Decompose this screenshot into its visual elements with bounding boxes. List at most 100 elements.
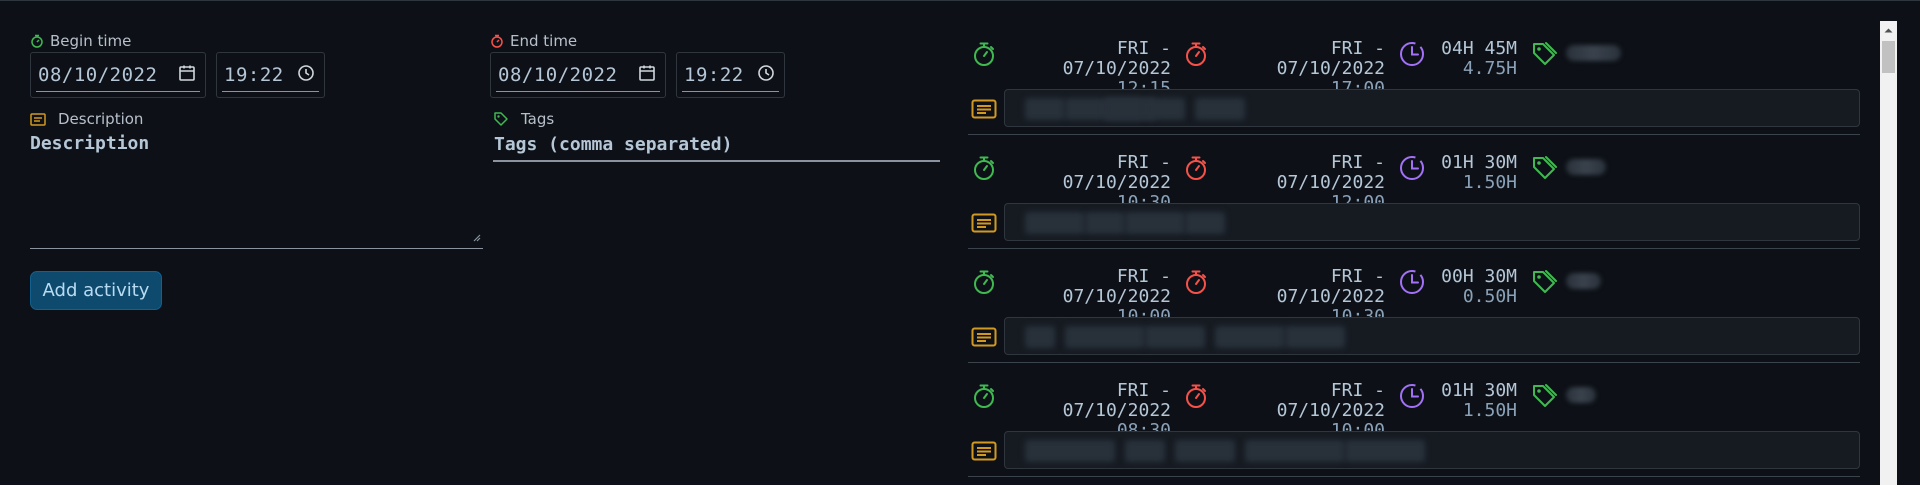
end-day: FRI - 07/10/2022: [1276, 152, 1385, 193]
scrollbar[interactable]: [1880, 21, 1897, 485]
calendar-icon[interactable]: [638, 64, 656, 86]
duration-text: 01H 30M: [1441, 152, 1517, 173]
scrollbar-thumb[interactable]: [1882, 41, 1895, 73]
duration-text: 04H 45M: [1441, 38, 1517, 59]
duration-clock-icon: [1399, 41, 1425, 71]
note-icon: [971, 441, 997, 465]
end-day: FRI - 07/10/2022: [1276, 266, 1385, 307]
redacted-text: [1125, 440, 1165, 462]
description-label: Description: [30, 110, 143, 128]
redacted-tags: [1566, 45, 1621, 61]
end-stopwatch-icon: [1184, 41, 1208, 71]
activity-description[interactable]: [1004, 203, 1860, 241]
redacted-text: [1125, 212, 1185, 234]
redacted-text: [1245, 440, 1345, 462]
redacted-text: [1065, 326, 1145, 348]
activity-times-row: FRI - 07/10/2022 08:30 FRI - 07/10/2022 …: [968, 371, 1860, 441]
end-time-value: 19:22: [684, 63, 744, 86]
redacted-text: [1025, 440, 1115, 462]
duration-text: 00H 30M: [1441, 266, 1517, 287]
activity-times-row: FRI - 07/10/2022 10:00 FRI - 07/10/2022 …: [968, 257, 1860, 327]
activity-description-row: [968, 431, 1860, 471]
activity-item[interactable]: FRI - 07/10/2022 10:00 FRI - 07/10/2022 …: [968, 257, 1860, 371]
redacted-text: [1025, 326, 1055, 348]
duration: 04H 45M 4.75H: [1434, 39, 1517, 79]
redacted-tags: [1566, 159, 1606, 175]
tag-icon: [1531, 41, 1557, 71]
end-stopwatch-icon: [1184, 383, 1208, 413]
tag-icon: [493, 111, 509, 127]
divider: [968, 248, 1860, 249]
calendar-icon[interactable]: [178, 64, 196, 86]
activity-item[interactable]: FRI - 07/10/2022 12:15 FRI - 07/10/2022 …: [968, 29, 1860, 143]
duration: 00H 30M 0.50H: [1434, 267, 1517, 307]
description-placeholder: Description: [30, 133, 150, 154]
redacted-tags: [1566, 273, 1601, 289]
add-activity-button[interactable]: Add activity: [30, 271, 162, 310]
begin-stopwatch-icon: [972, 269, 996, 299]
end-stopwatch-icon: [1184, 269, 1208, 299]
activity-times-row: FRI - 07/10/2022 10:30 FRI - 07/10/2022 …: [968, 143, 1860, 213]
note-icon: [971, 213, 997, 237]
activity-description-row: [968, 317, 1860, 357]
end-date-input[interactable]: 08/10/2022: [490, 52, 666, 98]
begin-time-input[interactable]: 19:22: [216, 52, 325, 98]
end-stopwatch-icon: [490, 34, 504, 48]
begin-stopwatch-icon: [30, 34, 44, 48]
redacted-text: [1215, 326, 1285, 348]
duration-text: 01H 30M: [1441, 380, 1517, 401]
duration-clock-icon: [1399, 155, 1425, 185]
activity-description[interactable]: [1004, 431, 1860, 469]
end-day: FRI - 07/10/2022: [1276, 380, 1385, 421]
redacted-text: [1025, 98, 1065, 120]
begin-day: FRI - 07/10/2022: [1062, 266, 1171, 307]
activity-item[interactable]: FRI - 07/10/2022 08:30 FRI - 07/10/2022 …: [968, 371, 1860, 485]
begin-day: FRI - 07/10/2022: [1062, 380, 1171, 421]
note-icon: [30, 112, 46, 126]
activity-item[interactable]: FRI - 07/10/2022 10:30 FRI - 07/10/2022 …: [968, 143, 1860, 257]
resize-grip-icon[interactable]: [472, 227, 481, 246]
redacted-text: [1145, 326, 1205, 348]
begin-date-input[interactable]: 08/10/2022: [30, 52, 206, 98]
redacted-text: [1345, 440, 1425, 462]
redacted-text: [1195, 98, 1245, 120]
activity-description-row: [968, 203, 1860, 243]
begin-time-label: Begin time: [30, 32, 131, 50]
divider: [968, 476, 1860, 477]
begin-stopwatch-icon: [972, 383, 996, 413]
clock-icon[interactable]: [757, 64, 775, 86]
end-time-label: End time: [490, 32, 577, 50]
note-icon: [971, 99, 997, 123]
begin-stopwatch-icon: [972, 155, 996, 185]
duration-clock-icon: [1399, 269, 1425, 299]
activity-times-row: FRI - 07/10/2022 12:15 FRI - 07/10/2022 …: [968, 29, 1860, 99]
end-time-input[interactable]: 19:22: [676, 52, 785, 98]
redacted-text: [1085, 212, 1125, 234]
begin-stopwatch-icon: [972, 41, 996, 71]
divider: [968, 134, 1860, 135]
scroll-up-arrow-icon[interactable]: [1880, 21, 1897, 38]
begin-day: FRI - 07/10/2022: [1062, 38, 1171, 79]
tag-icon: [1531, 383, 1557, 413]
begin-time-value: 19:22: [224, 63, 284, 86]
begin-day: FRI - 07/10/2022: [1062, 152, 1171, 193]
duration-hours: 1.50H: [1462, 172, 1517, 193]
tag-icon: [1531, 155, 1557, 185]
activity-description[interactable]: [1004, 89, 1860, 127]
activity-form: Begin time 08/10/2022 19:22 End time 08/…: [0, 1, 960, 485]
end-date-value: 08/10/2022: [498, 63, 618, 86]
activity-description[interactable]: [1004, 317, 1860, 355]
note-icon: [971, 327, 997, 351]
tags-input[interactable]: Tags (comma separated): [493, 131, 940, 162]
duration-hours: 1.50H: [1462, 400, 1517, 421]
redacted-text: [1145, 98, 1185, 120]
redacted-text: [1185, 212, 1225, 234]
activity-description-row: [968, 89, 1860, 129]
end-stopwatch-icon: [1184, 155, 1208, 185]
clock-icon[interactable]: [297, 64, 315, 86]
tags-label: Tags: [493, 110, 554, 128]
duration-hours: 4.75H: [1462, 58, 1517, 79]
duration-hours: 0.50H: [1462, 286, 1517, 307]
duration-clock-icon: [1399, 383, 1425, 413]
duration: 01H 30M 1.50H: [1434, 381, 1517, 421]
